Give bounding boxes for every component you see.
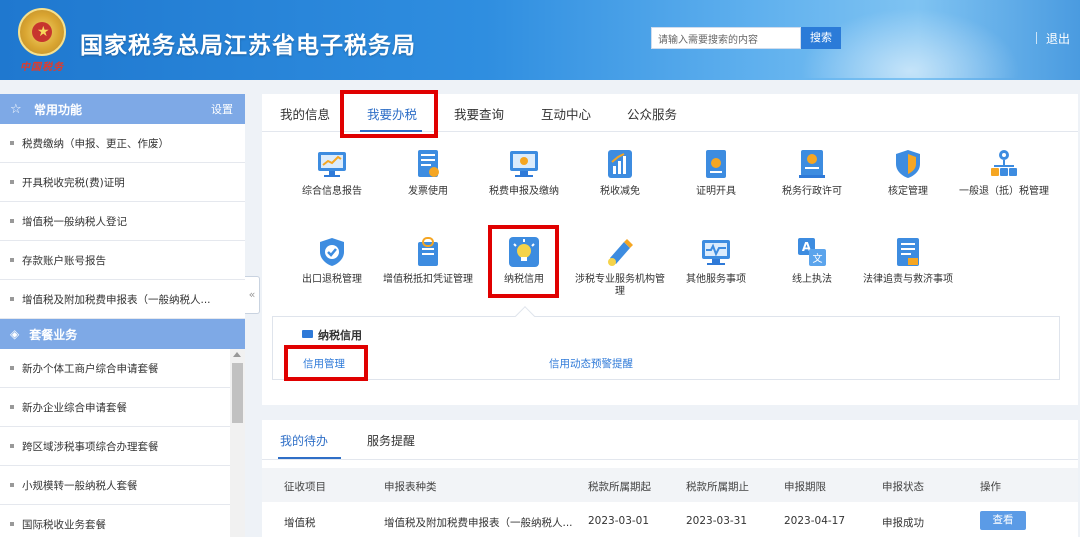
package-title: 套餐业务	[29, 327, 78, 342]
svg-text:文: 文	[813, 252, 823, 265]
package-item[interactable]: 跨区域涉税事项综合办理套餐	[0, 427, 245, 466]
settings-link[interactable]: 设置	[211, 101, 233, 117]
service-export-refund[interactable]: 出口退税管理	[284, 236, 380, 286]
brand-signature: 中国税务	[20, 62, 64, 73]
highlight-box	[488, 225, 559, 298]
todo-tab-underline	[278, 457, 341, 459]
package-header: ◈ 套餐业务	[0, 319, 245, 349]
shield-icon	[892, 148, 924, 180]
table-header: 征收项目 申报表种类 税款所属期起 税款所属期止 申报期限 申报状态 操作	[262, 468, 1078, 502]
tax-credit-subpanel	[272, 316, 1060, 380]
service-legal-remedy[interactable]: 法律追责与救济事项	[860, 236, 956, 286]
highlight-box	[340, 90, 438, 138]
package-item[interactable]: 小规模转一般纳税人套餐	[0, 466, 245, 505]
package-item[interactable]: 新办个体工商户综合申请套餐	[0, 349, 245, 388]
column-header: 税款所属期起	[588, 481, 651, 493]
service-assessment[interactable]: 核定管理	[860, 148, 956, 198]
service-invoice-use[interactable]: 发票使用	[380, 148, 476, 198]
pen-icon	[604, 236, 636, 268]
service-tax-reduction[interactable]: 税收减免	[572, 148, 668, 198]
service-other[interactable]: 其他服务事项	[668, 236, 764, 286]
header-divider	[1036, 32, 1037, 44]
service-vat-deduction[interactable]: 增值税抵扣凭证管理	[380, 236, 476, 286]
certificate-icon	[700, 148, 732, 180]
column-header: 申报状态	[882, 481, 924, 493]
tab-my-info[interactable]: 我的信息	[280, 104, 330, 123]
view-button[interactable]: 查看	[980, 511, 1026, 530]
package-scrollbar[interactable]	[230, 349, 245, 537]
package-list: 新办个体工商户综合申请套餐 新办企业综合申请套餐 跨区域涉税事项综合办理套餐 小…	[0, 349, 245, 537]
table-cell: 2023-03-31	[686, 515, 748, 527]
package-item[interactable]: 国际税收业务套餐	[0, 505, 245, 537]
document-seal-icon	[796, 148, 828, 180]
tax-services-panel: 我的信息 我要办税 我要查询 互动中心 公众服务 综合信息报告 发票使用 税费申…	[262, 90, 1078, 405]
package-item[interactable]: 新办企业综合申请套餐	[0, 388, 245, 427]
sidebar-item[interactable]: 增值税及附加税费申报表（一般纳税人...	[0, 280, 245, 319]
org-chart-icon	[988, 148, 1020, 180]
star-outline-icon: ☆	[10, 101, 22, 117]
table-cell: 2023-03-01	[588, 515, 650, 527]
column-header: 征收项目	[284, 481, 326, 493]
common-functions-title: 常用功能	[34, 102, 83, 117]
invoice-icon	[412, 148, 444, 180]
sidebar-item[interactable]: 存款账户账号报告	[0, 241, 245, 280]
file-lock-icon	[412, 236, 444, 268]
translate-icon: A文	[796, 236, 828, 268]
card-icon	[302, 330, 313, 338]
common-functions-header: ☆ 常用功能 设置	[0, 94, 245, 124]
tab-interaction[interactable]: 互动中心	[541, 104, 591, 123]
checklist-icon	[892, 236, 924, 268]
subpanel-title: 纳税信用	[318, 329, 362, 342]
tab-my-todo[interactable]: 我的待办	[280, 432, 328, 449]
scroll-up-icon[interactable]	[233, 352, 241, 357]
sidebar-item[interactable]: 税费缴纳（申报、更正、作废）	[0, 124, 245, 163]
pulse-monitor-icon	[700, 236, 732, 268]
site-header: ★ 中国税务 国家税务总局江苏省电子税务局 请输入需要搜索的内容 搜索 退出	[0, 0, 1080, 80]
collapse-sidebar-button[interactable]: «	[245, 276, 260, 314]
table-row: 增值税 增值税及附加税费申报表（一般纳税人... 2023-03-01 2023…	[262, 507, 1078, 537]
column-header: 申报表种类	[384, 481, 437, 493]
bar-chart-icon	[604, 148, 636, 180]
search-button[interactable]: 搜索	[801, 27, 841, 49]
tab-service-reminder[interactable]: 服务提醒	[367, 432, 415, 449]
column-header: 申报期限	[784, 481, 826, 493]
todo-tabs: 我的待办 服务提醒	[262, 420, 1078, 460]
service-professional-agency[interactable]: 涉税专业服务机构管理	[572, 236, 668, 298]
table-cell: 申报成功	[882, 517, 924, 529]
tab-query[interactable]: 我要查询	[454, 104, 504, 123]
sidebar-item[interactable]: 开具税收完税(费)证明	[0, 163, 245, 202]
table-cell: 增值税	[284, 517, 316, 529]
service-comprehensive-report[interactable]: 综合信息报告	[284, 148, 380, 198]
credit-alert-link[interactable]: 信用动态预警提醒	[549, 356, 633, 371]
column-header: 操作	[980, 481, 1001, 493]
site-title: 国家税务总局江苏省电子税务局	[80, 33, 416, 59]
service-online-enforcement[interactable]: A文 线上执法	[764, 236, 860, 286]
logout-link[interactable]: 退出	[1046, 30, 1070, 47]
table-cell: 2023-04-17	[784, 515, 846, 527]
monitor-chart-icon	[316, 148, 348, 180]
sidebar-item[interactable]: 增值税一般纳税人登记	[0, 202, 245, 241]
tab-public-service[interactable]: 公众服务	[627, 104, 677, 123]
scrollbar-thumb[interactable]	[232, 363, 243, 423]
search-input[interactable]: 请输入需要搜索的内容	[651, 27, 801, 49]
service-admin-license[interactable]: 税务行政许可	[764, 148, 860, 198]
service-certificate[interactable]: 证明开具	[668, 148, 764, 198]
highlight-box	[284, 345, 368, 381]
column-header: 税款所属期止	[686, 481, 749, 493]
todo-panel: 我的待办 服务提醒 征收项目 申报表种类 税款所属期起 税款所属期止 申报期限 …	[262, 420, 1078, 537]
screen-icon	[508, 148, 540, 180]
sidebar: ☆ 常用功能 设置 税费缴纳（申报、更正、作废） 开具税收完税(费)证明 增值税…	[0, 94, 245, 537]
layers-icon: ◈	[10, 327, 20, 341]
service-tax-declaration[interactable]: 税费申报及缴纳	[476, 148, 572, 198]
service-tax-refund[interactable]: 一般退（抵）税管理	[956, 148, 1052, 198]
shield-check-icon	[316, 236, 348, 268]
table-cell: 增值税及附加税费申报表（一般纳税人...	[384, 517, 573, 529]
tax-emblem-icon: ★	[18, 8, 66, 56]
